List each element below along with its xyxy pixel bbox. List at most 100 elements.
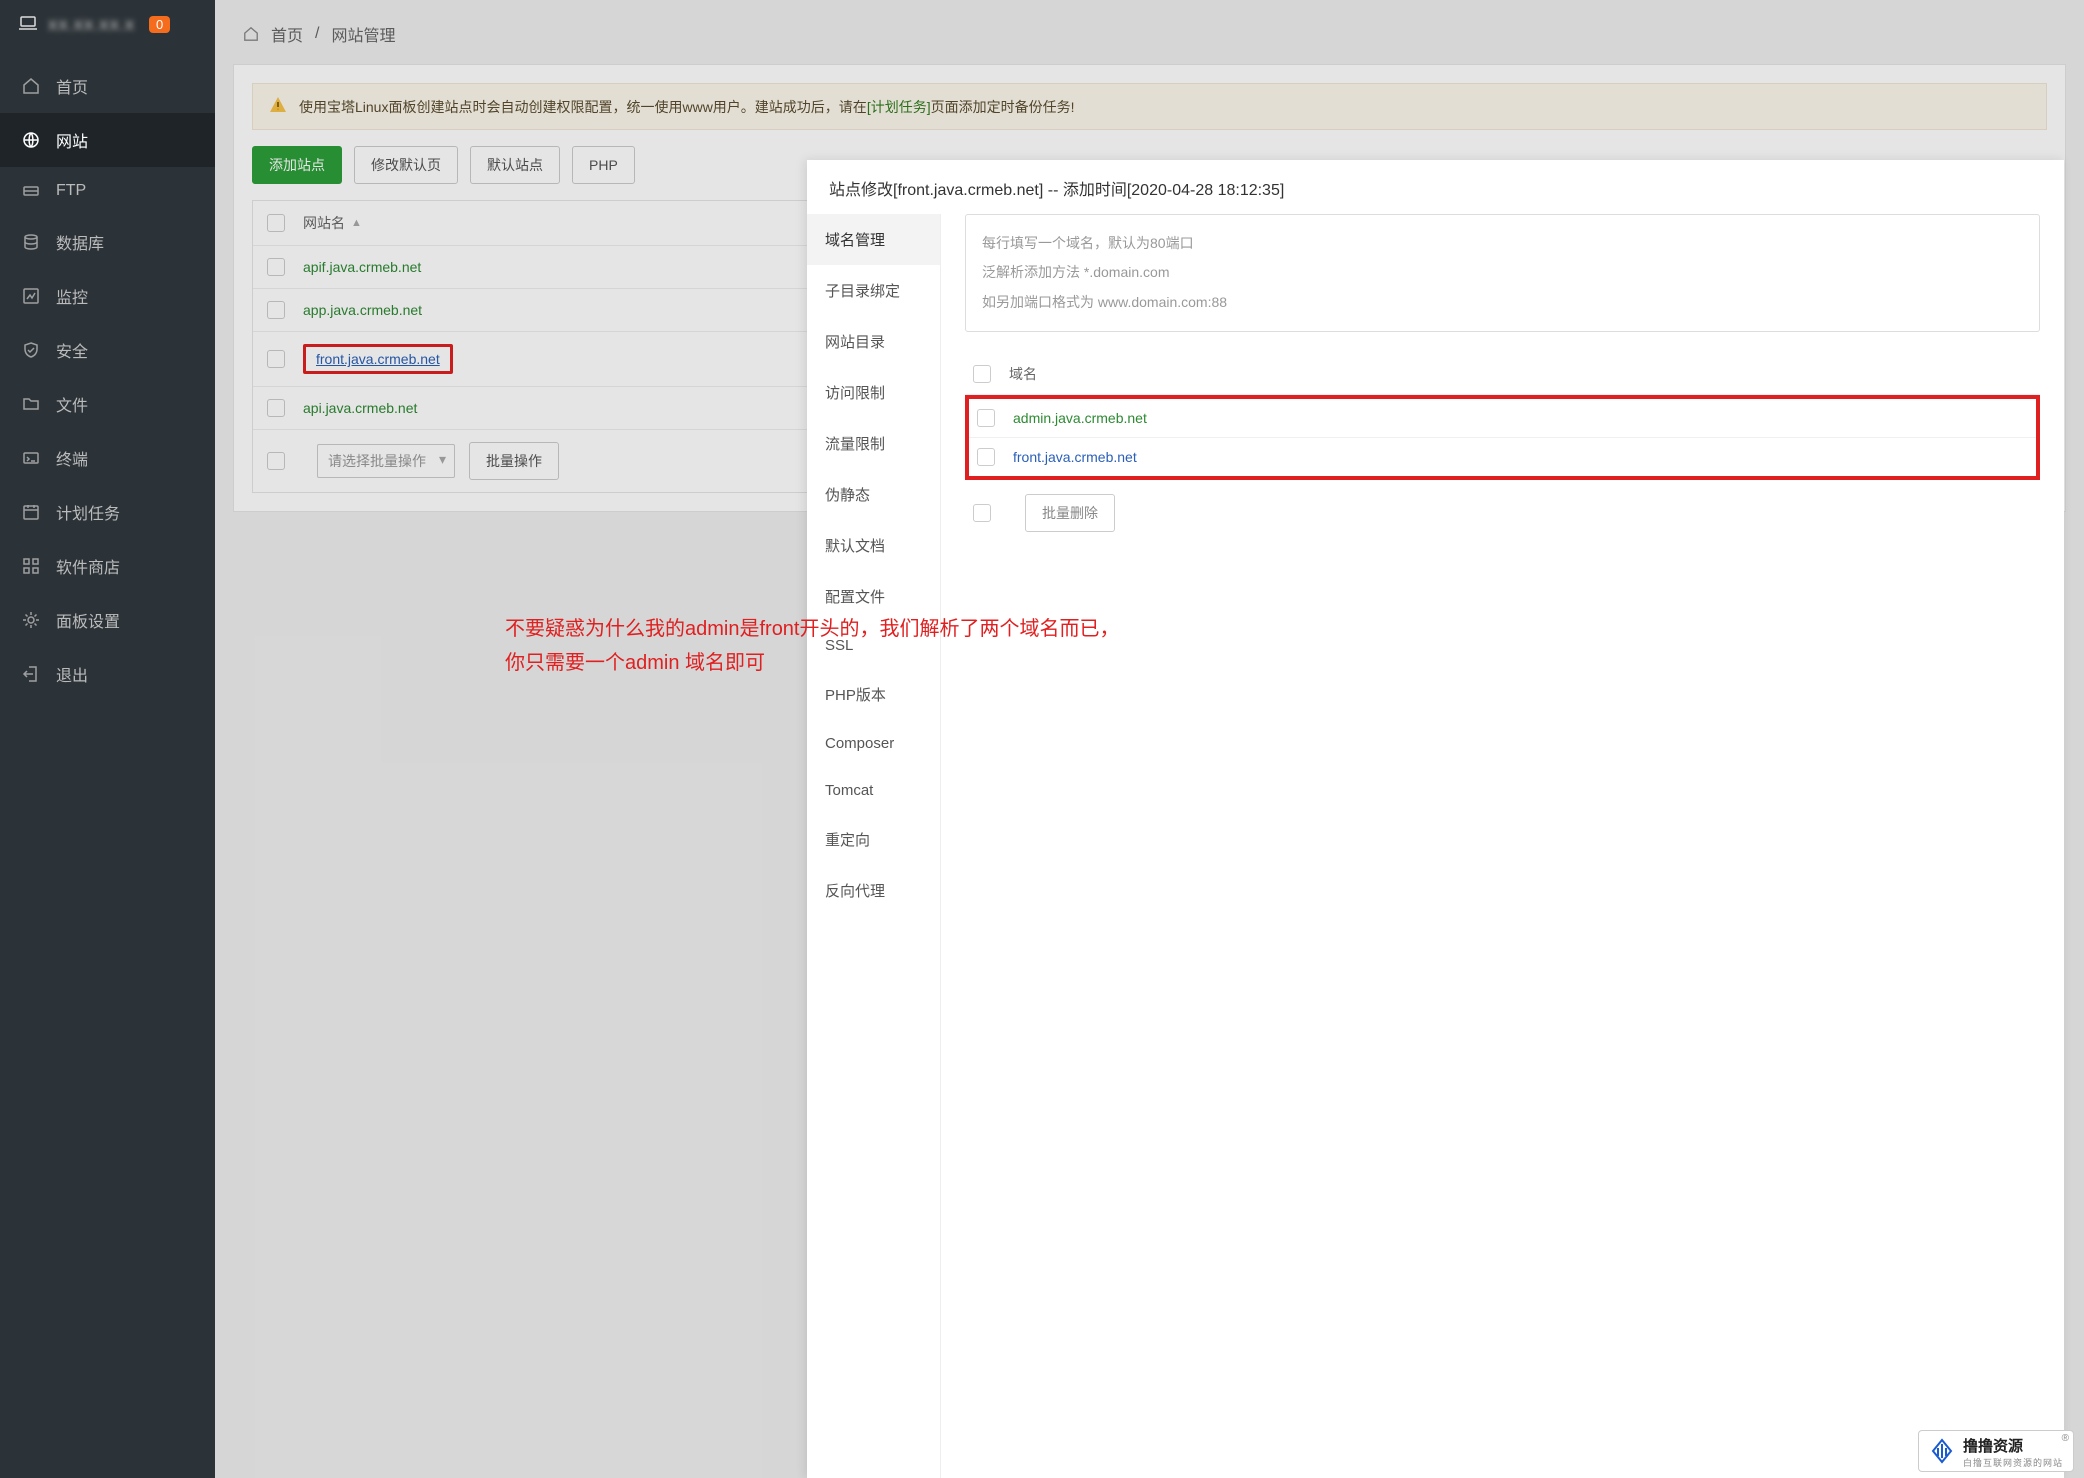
sidebar-item-home[interactable]: 首页 [0, 59, 215, 113]
placeholder-line: 每行填写一个域名，默认为80端口 [982, 229, 2023, 258]
modal-nav-tomcat[interactable]: Tomcat [807, 767, 940, 814]
highlighted-site: front.java.crmeb.net [303, 344, 453, 374]
site-link[interactable]: api.java.crmeb.net [303, 400, 417, 416]
col-site-name[interactable]: 网站名 [303, 213, 345, 233]
sidebar-item-database[interactable]: 数据库 [0, 215, 215, 269]
sidebar-item-label: FTP [56, 182, 86, 200]
watermark-logo: 撸撸资源 白撸互联网资源的网站 ® [1918, 1430, 2074, 1472]
site-edit-modal: 站点修改[front.java.crmeb.net] -- 添加时间[2020-… [807, 160, 2064, 1478]
sidebar-nav: 首页 网站 FTP 数据库 监控 安全 [0, 49, 215, 701]
sidebar-item-label: 网站 [56, 128, 88, 152]
domain-checkbox[interactable] [977, 409, 995, 427]
sidebar-item-label: 软件商店 [56, 554, 120, 578]
sidebar-item-security[interactable]: 安全 [0, 323, 215, 377]
domain-foot-checkbox[interactable] [973, 504, 991, 522]
chart-icon [22, 287, 40, 305]
warning-icon [269, 96, 287, 117]
sidebar-item-cron[interactable]: 计划任务 [0, 485, 215, 539]
modal-nav-composer[interactable]: Composer [807, 720, 940, 767]
sidebar-item-files[interactable]: 文件 [0, 377, 215, 431]
modal-nav-subdir[interactable]: 子目录绑定 [807, 265, 940, 316]
folder-icon [22, 395, 40, 413]
modal-nav-rewrite[interactable]: 伪静态 [807, 469, 940, 520]
domain-select-all-checkbox[interactable] [973, 365, 991, 383]
calendar-icon [22, 503, 40, 521]
logo-subtitle: 白撸互联网资源的网站 [1963, 1456, 2063, 1469]
row-checkbox[interactable] [267, 399, 285, 417]
registered-mark: ® [2062, 1433, 2069, 1444]
logo-icon [1929, 1438, 1955, 1467]
sidebar-item-label: 安全 [56, 338, 88, 362]
grid-icon [22, 557, 40, 575]
domain-name[interactable]: admin.java.crmeb.net [1013, 410, 1147, 426]
sidebar-item-store[interactable]: 软件商店 [0, 539, 215, 593]
home-icon [22, 77, 40, 95]
logo-text: 撸撸资源 白撸互联网资源的网站 [1963, 1435, 2063, 1469]
laptop-icon [18, 15, 38, 34]
placeholder-line: 泛解析添加方法 *.domain.com [982, 258, 2023, 287]
sidebar-item-label: 监控 [56, 284, 88, 308]
breadcrumb-home[interactable]: 首页 [271, 22, 303, 46]
bulk-select[interactable]: 请选择批量操作 [317, 444, 455, 478]
domain-table: 域名 admin.java.crmeb.net front.java.crmeb… [965, 354, 2040, 546]
annotation-line: 不要疑惑为什么我的admin是front开头的，我们解析了两个域名而已， [505, 612, 1120, 646]
modal-nav-sitedir[interactable]: 网站目录 [807, 316, 940, 367]
sidebar-item-terminal[interactable]: 终端 [0, 431, 215, 485]
sidebar-item-label: 计划任务 [56, 500, 120, 524]
sidebar-item-monitor[interactable]: 监控 [0, 269, 215, 323]
sort-icon[interactable]: ▲ [351, 217, 362, 229]
modal-nav-access[interactable]: 访问限制 [807, 367, 940, 418]
breadcrumb: 首页 / 网站管理 [233, 14, 2066, 64]
site-link[interactable]: app.java.crmeb.net [303, 302, 422, 318]
modal-nav-defaultdoc[interactable]: 默认文档 [807, 520, 940, 571]
row-checkbox[interactable] [267, 350, 285, 368]
site-link[interactable]: apif.java.crmeb.net [303, 259, 421, 275]
sidebar-item-label: 退出 [56, 662, 88, 686]
gear-icon [22, 611, 40, 629]
domain-textarea[interactable]: 每行填写一个域名，默认为80端口 泛解析添加方法 *.domain.com 如另… [965, 214, 2040, 332]
shield-icon [22, 341, 40, 359]
domain-checkbox[interactable] [977, 448, 995, 466]
sidebar-item-ftp[interactable]: FTP [0, 167, 215, 215]
sidebar-item-label: 首页 [56, 74, 88, 98]
alert-link[interactable]: [计划任务] [867, 99, 931, 115]
home-icon [243, 26, 259, 42]
sidebar-item-logout[interactable]: 退出 [0, 647, 215, 701]
sidebar-item-label: 文件 [56, 392, 88, 416]
database-icon [22, 233, 40, 251]
alert: 使用宝塔Linux面板创建站点时会自动创建权限配置，统一使用www用户。建站成功… [252, 83, 2047, 130]
modal-body: 域名管理 子目录绑定 网站目录 访问限制 流量限制 伪静态 默认文档 配置文件 … [807, 214, 2064, 1478]
domain-table-header: 域名 [965, 354, 2040, 395]
batch-delete-button[interactable]: 批量删除 [1025, 494, 1115, 532]
select-all-checkbox[interactable] [267, 214, 285, 232]
default-site-button[interactable]: 默认站点 [470, 146, 560, 184]
highlighted-domains: admin.java.crmeb.net front.java.crmeb.ne… [965, 395, 2040, 480]
sidebar-item-label: 面板设置 [56, 608, 120, 632]
modify-default-button[interactable]: 修改默认页 [354, 146, 458, 184]
site-link[interactable]: front.java.crmeb.net [316, 351, 440, 367]
modal-nav-redirect[interactable]: 重定向 [807, 814, 940, 865]
foot-checkbox[interactable] [267, 452, 285, 470]
row-checkbox[interactable] [267, 258, 285, 276]
row-checkbox[interactable] [267, 301, 285, 319]
ftp-icon [22, 182, 40, 200]
server-ip: XX.XX.XX.X [48, 17, 135, 33]
modal-nav-proxy[interactable]: 反向代理 [807, 865, 940, 916]
sidebar-item-website[interactable]: 网站 [0, 113, 215, 167]
annotation-line: 你只需要一个admin 域名即可 [505, 646, 1120, 680]
annotation-text: 不要疑惑为什么我的admin是front开头的，我们解析了两个域名而已， 你只需… [505, 612, 1120, 680]
add-site-button[interactable]: 添加站点 [252, 146, 342, 184]
domain-row: admin.java.crmeb.net [969, 399, 2036, 438]
modal-nav-traffic[interactable]: 流量限制 [807, 418, 940, 469]
modal-content: 每行填写一个域名，默认为80端口 泛解析添加方法 *.domain.com 如另… [941, 214, 2064, 1478]
domain-name[interactable]: front.java.crmeb.net [1013, 449, 1137, 465]
main: 首页 / 网站管理 使用宝塔Linux面板创建站点时会自动创建权限配置，统一使用… [215, 0, 2084, 1478]
modal-nav-domain[interactable]: 域名管理 [807, 214, 940, 265]
placeholder-line: 如另加端口格式为 www.domain.com:88 [982, 288, 2023, 317]
alert-text: 使用宝塔Linux面板创建站点时会自动创建权限配置，统一使用www用户。建站成功… [299, 97, 1074, 117]
sidebar-item-settings[interactable]: 面板设置 [0, 593, 215, 647]
domain-col-name: 域名 [1009, 364, 1037, 384]
bulk-action-button[interactable]: 批量操作 [469, 442, 559, 480]
php-button[interactable]: PHP [572, 146, 635, 184]
notification-badge[interactable]: 0 [149, 16, 170, 33]
